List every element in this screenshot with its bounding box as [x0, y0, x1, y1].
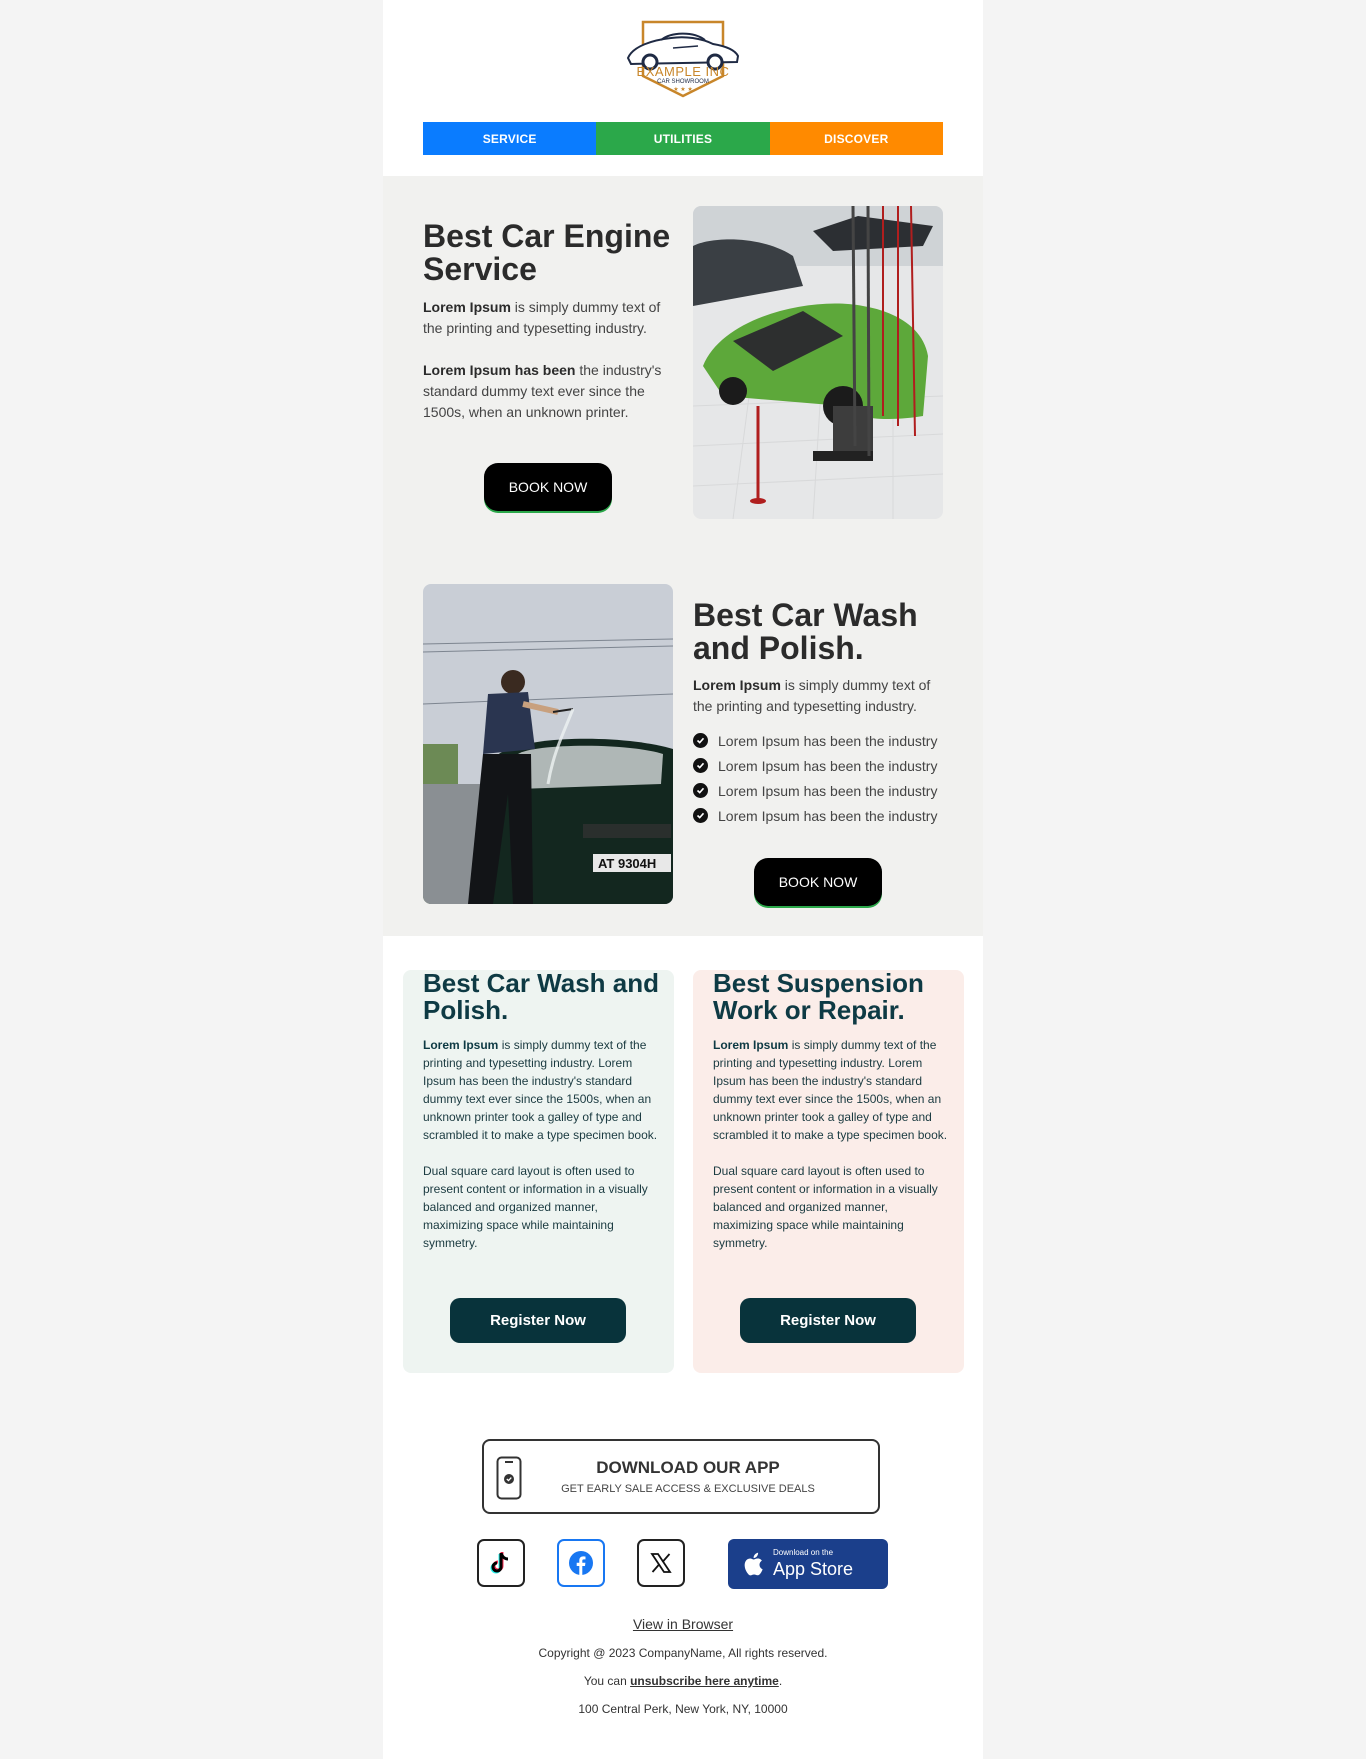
nav-utilities[interactable]: UTILITIES: [596, 122, 770, 155]
apple-icon: [744, 1552, 763, 1576]
app-subtitle: GET EARLY SALE ACCESS & EXCLUSIVE DEALS: [561, 1483, 815, 1495]
unsubscribe-line: You can unsubscribe here anytime.: [383, 1674, 983, 1688]
unsubscribe-suffix: .: [778, 1674, 783, 1688]
facebook-link[interactable]: [557, 1539, 605, 1587]
unsubscribe-link[interactable]: unsubscribe here anytime: [630, 1674, 779, 1688]
tiktok-link[interactable]: [477, 1539, 525, 1587]
book-now-button-1[interactable]: BOOK NOW: [484, 463, 612, 511]
book-now-button-2[interactable]: BOOK NOW: [754, 858, 882, 906]
car-wash-photo: AT 9304H: [423, 584, 673, 904]
list-item: Lorem Ipsum has been the industry: [693, 778, 953, 803]
services-section: Best Car Engine Service Lorem Ipsum is s…: [383, 176, 983, 936]
card-car-wash: Best Car Wash and Polish. Lorem Ipsum is…: [403, 970, 674, 1373]
card-title: Best Suspension Work or Repair.: [713, 968, 924, 1025]
benefit-text: Lorem Ipsum has been the industry: [718, 732, 938, 749]
checkmark-icon: [693, 808, 708, 823]
address-text: 100 Central Perk, New York, NY, 10000: [578, 1702, 788, 1716]
checkmark-icon: [693, 783, 708, 798]
checkmark-icon: [693, 733, 708, 748]
brand-name: EXAMPLE INC: [636, 64, 730, 79]
car-wash-text: Lorem Ipsum is simply dummy text of the …: [693, 675, 933, 717]
unsubscribe-prefix: You can: [583, 1674, 631, 1688]
nav-discover[interactable]: DISCOVER: [769, 122, 943, 155]
benefit-text: Lorem Ipsum has been the industry: [718, 782, 938, 799]
brand-logo[interactable]: EXAMPLE INC CAR SHOWROOM ★ ★ ★: [383, 18, 983, 98]
card-title: Best Car Wash and Polish.: [423, 968, 659, 1025]
card-suspension: Best Suspension Work or Repair. Lorem Ip…: [693, 970, 964, 1373]
card-text-1: is simply dummy text of the printing and…: [713, 1038, 948, 1142]
card-text-1: is simply dummy text of the printing and…: [423, 1038, 658, 1142]
card-bold: Lorem Ipsum: [423, 1038, 499, 1052]
main-nav: SERVICE UTILITIES DISCOVER: [423, 122, 943, 155]
view-in-browser-link[interactable]: View in Browser: [633, 1616, 733, 1632]
engine-service-text-2: Lorem Ipsum has been the industry's stan…: [423, 360, 663, 423]
appstore-small-text: Download on the: [773, 1548, 834, 1557]
brand-stars: ★ ★ ★: [673, 87, 693, 93]
engine-service-bold-2: Lorem Ipsum has been: [423, 362, 576, 378]
nav-service[interactable]: SERVICE: [423, 122, 597, 155]
register-now-button-1[interactable]: Register Now: [450, 1298, 626, 1343]
appstore-big-text: App Store: [773, 1559, 854, 1579]
car-wash-benefits: Lorem Ipsum has been the industry Lorem …: [693, 728, 953, 828]
email-page: EXAMPLE INC CAR SHOWROOM ★ ★ ★ SERVICE U…: [383, 0, 983, 1759]
x-link[interactable]: [637, 1539, 685, 1587]
list-item: Lorem Ipsum has been the industry: [693, 728, 953, 753]
x-icon: [650, 1553, 672, 1573]
download-app-banner[interactable]: DOWNLOAD OUR APP GET EARLY SALE ACCESS &…: [482, 1439, 880, 1514]
engine-service-bold-1: Lorem Ipsum: [423, 299, 511, 315]
engine-service-photo: [693, 206, 943, 519]
card-bold: Lorem Ipsum: [713, 1038, 789, 1052]
checkmark-icon: [693, 758, 708, 773]
register-now-button-2[interactable]: Register Now: [740, 1298, 916, 1343]
card-body: Lorem Ipsum is simply dummy text of the …: [713, 1036, 948, 1252]
app-store-badge[interactable]: Download on the App Store: [728, 1539, 888, 1589]
engine-service-text-1: Lorem Ipsum is simply dummy text of the …: [423, 297, 663, 339]
tiktok-icon: [490, 1552, 509, 1574]
app-title: DOWNLOAD OUR APP: [596, 1458, 780, 1477]
engine-service-title: Best Car Engine Service: [423, 218, 671, 287]
benefit-text: Lorem Ipsum has been the industry: [718, 757, 938, 774]
benefit-text: Lorem Ipsum has been the industry: [718, 807, 938, 824]
card-text-2: Dual square card layout is often used to…: [713, 1164, 938, 1250]
copyright-text: Copyright @ 2023 CompanyName, All rights…: [538, 1646, 828, 1660]
car-wash-bold: Lorem Ipsum: [693, 677, 781, 693]
list-item: Lorem Ipsum has been the industry: [693, 803, 953, 828]
license-plate: AT 9304H: [598, 856, 656, 871]
car-wash-title: Best Car Wash and Polish.: [693, 597, 918, 666]
facebook-icon: [569, 1551, 593, 1575]
card-body: Lorem Ipsum is simply dummy text of the …: [423, 1036, 658, 1252]
list-item: Lorem Ipsum has been the industry: [693, 753, 953, 778]
brand-tagline: CAR SHOWROOM: [657, 79, 709, 85]
card-text-2: Dual square card layout is often used to…: [423, 1164, 648, 1250]
